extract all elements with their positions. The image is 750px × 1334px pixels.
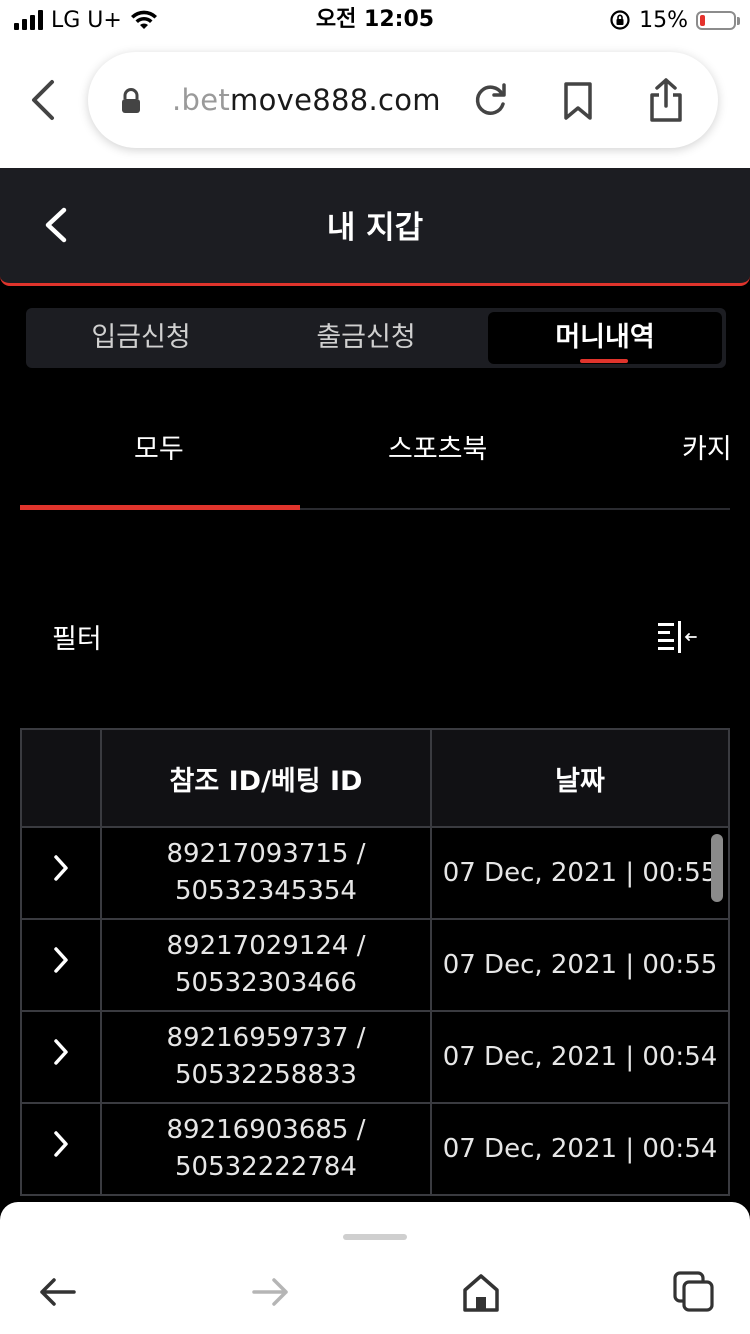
address-bar[interactable]: .betmove888.com (88, 52, 718, 148)
tab-deposit-request[interactable]: 입금신청 (26, 308, 256, 368)
page-title: 내 지갑 (326, 210, 424, 246)
bookmark-icon[interactable] (556, 78, 600, 122)
tabs-icon[interactable] (672, 1270, 716, 1314)
share-icon[interactable] (644, 78, 688, 122)
ref-id: 89216959737 / (166, 1023, 366, 1053)
tab-all[interactable]: 모두 (134, 430, 184, 470)
home-icon[interactable] (459, 1270, 503, 1314)
active-subtab-indicator (20, 505, 300, 510)
bet-id: 50532303466 (175, 968, 357, 998)
ref-bet-id-cell: 89217093715 / 50532345354 (100, 826, 432, 920)
ref-bet-id-cell: 89216959737 / 50532258833 (100, 1010, 432, 1104)
expand-row-button[interactable] (20, 1102, 102, 1196)
reload-icon[interactable] (468, 78, 512, 122)
bet-id: 50532258833 (175, 1060, 357, 1090)
browser-toolbar: .betmove888.com (0, 40, 750, 168)
ref-bet-id-cell: 89217029124 / 50532303466 (100, 918, 432, 1012)
app-header: 내 지갑 (0, 168, 750, 286)
date-cell: 07 Dec, 2021 | 00:54 (430, 1102, 730, 1196)
bet-id: 50532222784 (175, 1152, 357, 1182)
table-row[interactable]: 89216903685 / 50532222784 07 Dec, 2021 | … (20, 1102, 730, 1196)
chevron-right-icon (54, 1038, 68, 1065)
date-column-header: 날짜 (430, 728, 730, 828)
table-row[interactable]: 89217093715 / 50532345354 07 Dec, 2021 | … (20, 826, 730, 920)
tab-money-history[interactable]: 머니내역 (488, 312, 722, 364)
tab-withdraw-request[interactable]: 출금신청 (256, 308, 476, 368)
ref-id: 89217029124 / (166, 931, 366, 961)
table-scrollbar[interactable] (711, 834, 723, 902)
expand-row-button[interactable] (20, 918, 102, 1012)
chevron-right-icon (54, 854, 68, 881)
browser-back-icon[interactable] (24, 78, 64, 122)
filter-label: 필터 (52, 624, 102, 655)
date-cell: 07 Dec, 2021 | 00:55 (430, 826, 730, 920)
ref-bet-id-cell: 89216903685 / 50532222784 (100, 1102, 432, 1196)
url-domain-prefix: .bet (172, 83, 231, 117)
chevron-right-icon (54, 946, 68, 973)
category-tabs: 모두 스포츠북 카지 (20, 400, 730, 510)
battery-percent: 15% (639, 7, 688, 33)
expand-column-header (20, 728, 102, 828)
url-domain: move888.com (230, 83, 441, 117)
tab-casino[interactable]: 카지 (682, 430, 730, 470)
active-tab-indicator (580, 359, 628, 363)
table-row[interactable]: 89216959737 / 50532258833 07 Dec, 2021 | … (20, 1010, 730, 1104)
expand-row-button[interactable] (20, 1010, 102, 1104)
ref-id-column-header: 참조 ID/베팅 ID (100, 728, 432, 828)
money-history-table: 참조 ID/베팅 ID 날짜 89217093715 / 50532345354 … (20, 728, 730, 1196)
status-bar: LG U+ 오전 12:05 15% (0, 0, 750, 40)
date-cell: 07 Dec, 2021 | 00:54 (430, 1010, 730, 1104)
tab-sportsbook[interactable]: 스포츠북 (388, 430, 487, 470)
battery-level (700, 14, 705, 26)
date-cell: 07 Dec, 2021 | 00:55 (430, 918, 730, 1012)
browser-bottom-toolbar (0, 1202, 750, 1334)
bet-id: 50532345354 (175, 876, 357, 906)
ref-id: 89217093715 / (166, 839, 366, 869)
toolbar-grabber[interactable] (343, 1234, 407, 1240)
table-header-row: 참조 ID/베팅 ID 날짜 (20, 728, 730, 828)
expand-row-button[interactable] (20, 826, 102, 920)
nav-back-arrow-icon[interactable] (36, 1270, 80, 1314)
table-row[interactable]: 89217029124 / 50532303466 07 Dec, 2021 | … (20, 918, 730, 1012)
lock-icon (122, 88, 140, 113)
orientation-lock-icon (610, 10, 630, 30)
url-text[interactable]: .betmove888.com (172, 80, 441, 120)
battery-icon (696, 10, 740, 30)
filter-toggle-icon[interactable] (656, 620, 700, 656)
nav-forward-arrow-icon[interactable] (248, 1270, 292, 1314)
chevron-right-icon (54, 1130, 68, 1157)
ref-id: 89216903685 / (166, 1115, 366, 1145)
